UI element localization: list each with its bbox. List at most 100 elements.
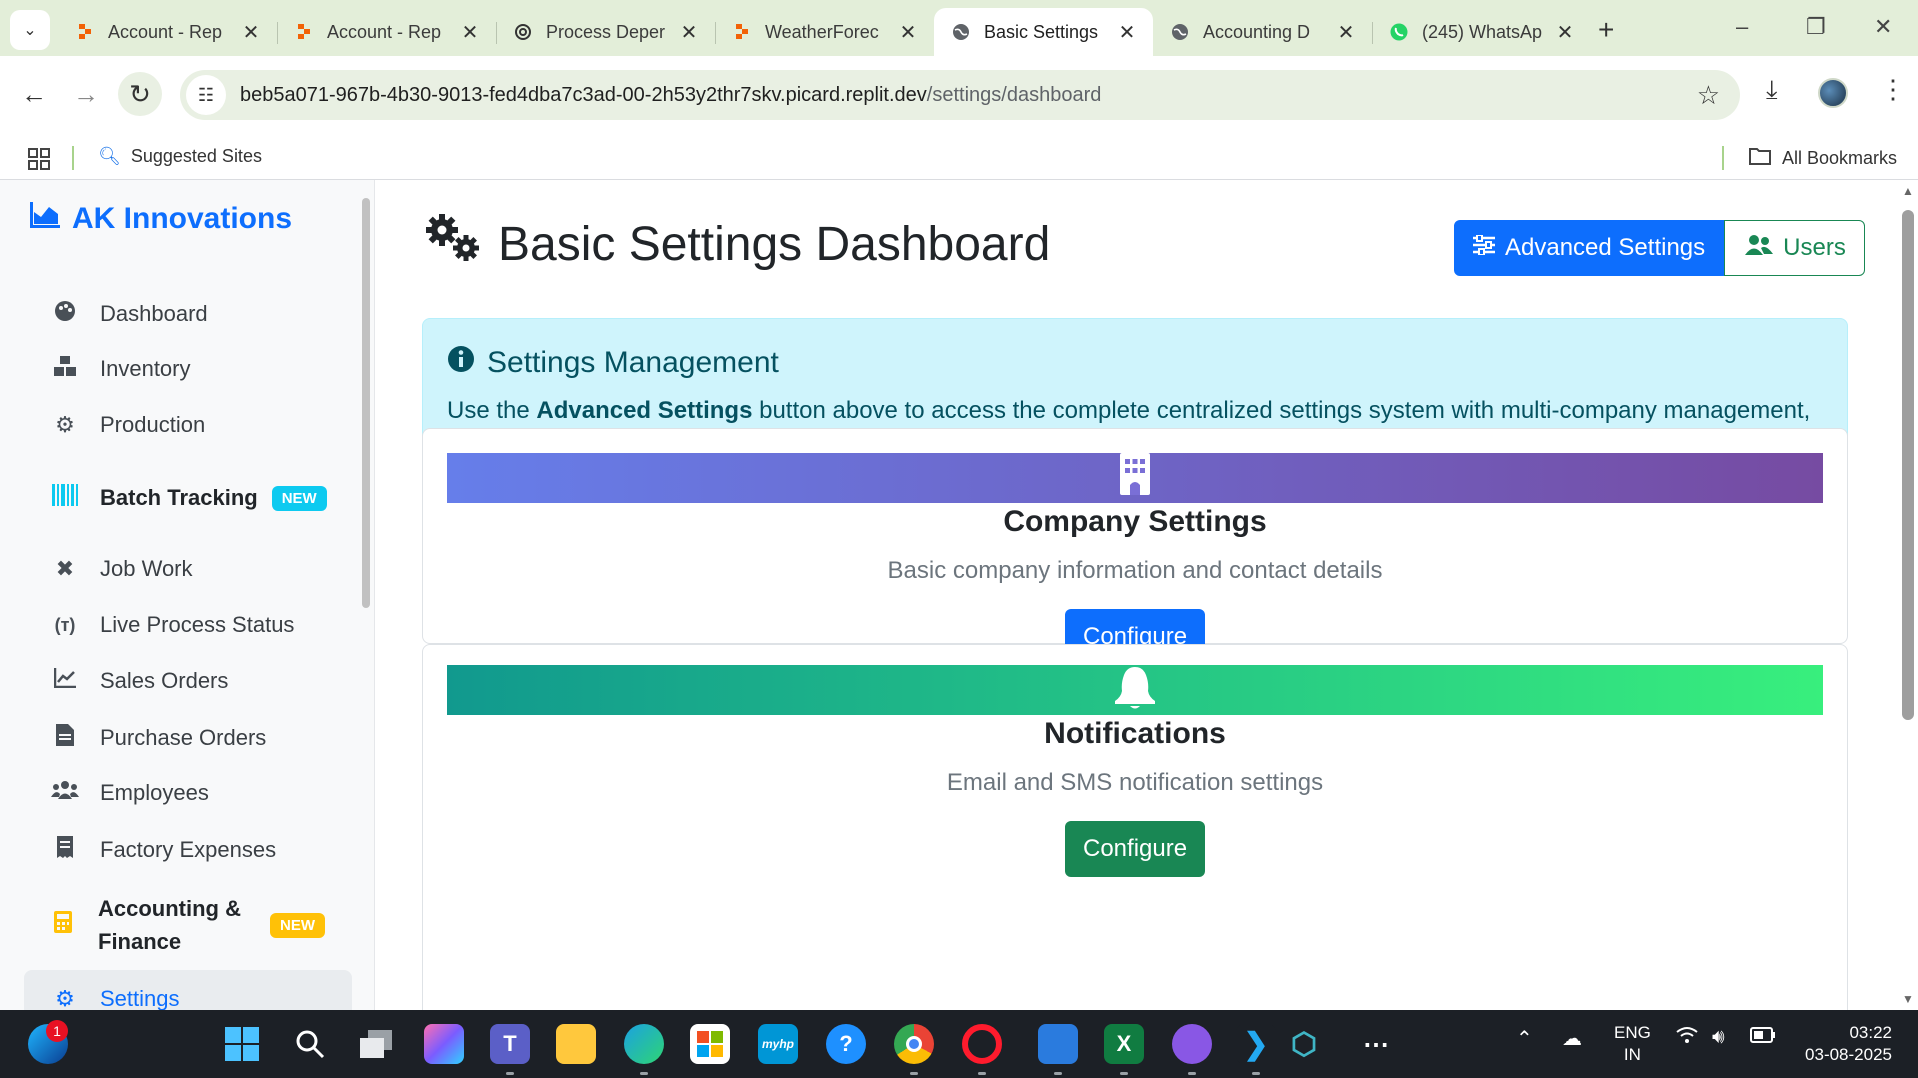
page-scrollbar[interactable]: ▲ ▼ [1898, 180, 1918, 1010]
sliders-icon [1473, 234, 1495, 262]
notifications-configure-button[interactable]: Configure [1065, 821, 1206, 877]
close-icon[interactable]: ✕ [1555, 20, 1575, 45]
sidebar-item-label: Live Process Status [100, 612, 295, 637]
url-text[interactable]: beb5a071-967b-4b30-9013-fed4dba7c3ad-00-… [240, 84, 1101, 107]
teams-icon[interactable]: T [490, 1024, 530, 1064]
all-bookmarks-button[interactable]: All Bookmarks [1748, 146, 1897, 171]
help-icon[interactable]: ? [826, 1024, 866, 1064]
clock[interactable]: 03:22 03-08-2025 [1800, 1022, 1892, 1066]
whatsapp-icon [1388, 21, 1410, 43]
bookmark-star-icon[interactable]: ☆ [1697, 80, 1720, 111]
sidebar-item-label: Dashboard [100, 301, 208, 326]
site-info-icon[interactable]: ☷ [186, 75, 226, 115]
excel-icon[interactable]: X [1104, 1024, 1144, 1064]
close-icon[interactable]: ✕ [1117, 20, 1137, 45]
close-icon[interactable]: ✕ [241, 20, 261, 45]
bell-icon [1113, 665, 1157, 715]
sidebar-item-batch-tracking[interactable]: Batch Tracking NEW [50, 484, 327, 512]
back-button[interactable]: ← [12, 72, 56, 116]
task-view-icon[interactable] [356, 1024, 396, 1064]
reload-button[interactable]: ↻ [118, 72, 162, 116]
openai-icon [512, 21, 534, 43]
folder-icon [1748, 146, 1772, 171]
apps-grid-icon[interactable] [28, 148, 50, 175]
chrome-icon[interactable] [894, 1024, 934, 1064]
page-title-text: Basic Settings Dashboard [498, 217, 1051, 271]
card-header-band [447, 665, 1823, 715]
volume-icon[interactable]: 🔊︎ [1712, 1026, 1725, 1049]
sidebar-item-job-work[interactable]: ✖ Job Work [50, 556, 193, 582]
profile-avatar[interactable] [1818, 78, 1848, 108]
close-icon[interactable]: ✕ [1336, 20, 1356, 45]
card-description: Email and SMS notification settings [946, 769, 1324, 796]
sidebar-item-factory-expenses[interactable]: Factory Expenses [50, 836, 276, 864]
onedrive-icon[interactable]: ☁ [1562, 1026, 1582, 1051]
browser-tab[interactable]: Process Deper ✕ [496, 8, 715, 56]
sidebar-item-settings[interactable]: ⚙ Settings [50, 986, 179, 1010]
battery-icon[interactable] [1750, 1026, 1776, 1049]
bookmark-suggested-sites[interactable]: 🔍︎ Suggested Sites [98, 146, 262, 167]
github-icon[interactable] [1172, 1024, 1212, 1064]
vscode-icon[interactable]: ❯ [1236, 1024, 1276, 1064]
file-explorer-icon[interactable] [556, 1024, 596, 1064]
brand-name: AK Innovations [72, 202, 293, 235]
more-menu-icon[interactable]: ⋮ [1880, 74, 1906, 105]
url-path: /settings/dashboard [926, 83, 1102, 106]
copilot-icon[interactable] [424, 1024, 464, 1064]
sidebar-item-live-process-status[interactable]: (ᴛ) Live Process Status [50, 612, 295, 638]
scrollbar-thumb[interactable] [1902, 210, 1914, 720]
start-icon[interactable] [222, 1024, 262, 1064]
scroll-down-icon[interactable]: ▼ [1902, 992, 1914, 1006]
sidebar-item-employees[interactable]: Employees [50, 780, 209, 806]
scrollbar-thumb[interactable] [362, 198, 370, 608]
opera-icon[interactable] [962, 1024, 1002, 1064]
restore-icon[interactable]: ❐ [1806, 14, 1826, 40]
close-icon[interactable]: ✕ [679, 20, 699, 45]
notepad-icon[interactable] [1038, 1024, 1078, 1064]
sidebar-scrollbar[interactable] [362, 188, 370, 608]
close-icon[interactable]: ✕ [460, 20, 480, 45]
browser-tab[interactable]: Account - Rep ✕ [277, 8, 496, 56]
browser-tab-active[interactable]: Basic Settings ✕ [934, 8, 1153, 56]
scroll-up-icon[interactable]: ▲ [1902, 184, 1914, 198]
close-icon[interactable]: ✕ [898, 20, 918, 45]
myhp-icon[interactable]: myhp [758, 1024, 798, 1064]
brand-logo[interactable]: AK Innovations [30, 202, 292, 236]
sidebar-item-purchase-orders[interactable]: Purchase Orders [50, 724, 266, 752]
forward-button[interactable]: → [64, 72, 108, 116]
sidebar-item-label: Job Work [100, 556, 193, 581]
edge-icon[interactable] [624, 1024, 664, 1064]
search-icon[interactable] [290, 1024, 330, 1064]
sidebar-item-dashboard[interactable]: Dashboard [50, 300, 208, 328]
chevron-up-icon[interactable]: ⌃ [1516, 1026, 1533, 1051]
sidebar-item-sales-orders[interactable]: Sales Orders [50, 668, 228, 694]
browser-tab[interactable]: WeatherForec ✕ [715, 8, 934, 56]
tab-search-button[interactable]: ⌄ [10, 10, 50, 50]
advanced-settings-button[interactable]: Advanced Settings [1454, 220, 1725, 276]
window-close-icon[interactable]: ✕ [1874, 14, 1892, 40]
minimize-icon[interactable]: – [1736, 14, 1748, 40]
address-bar[interactable]: ☷ beb5a071-967b-4b30-9013-fed4dba7c3ad-0… [180, 70, 1740, 120]
app-icon[interactable]: ⬡ [1284, 1024, 1324, 1064]
sidebar-item-accounting-finance[interactable]: Accounting & Finance NEW [48, 892, 325, 958]
chart-line-icon [50, 668, 80, 694]
tab-title: Accounting D [1203, 21, 1311, 42]
wifi-icon[interactable] [1676, 1026, 1698, 1050]
browser-tab[interactable]: Accounting D ✕ [1153, 8, 1372, 56]
more-apps-icon[interactable]: ⋯ [1356, 1024, 1396, 1064]
tab-title: Account - Rep [327, 21, 442, 42]
replit-icon [731, 21, 753, 43]
browser-tab[interactable]: Account - Rep ✕ [58, 8, 277, 56]
users-button[interactable]: Users [1724, 220, 1865, 276]
gear-icon: ⚙ [55, 986, 75, 1010]
new-tab-button[interactable]: + [1598, 14, 1614, 46]
sidebar-item-inventory[interactable]: Inventory [50, 356, 191, 382]
browser-tab[interactable]: (245) WhatsAp ✕ [1372, 8, 1591, 56]
store-icon[interactable] [690, 1024, 730, 1064]
sidebar-item-production[interactable]: ⚙ Production [50, 412, 205, 438]
running-indicator [1252, 1072, 1260, 1075]
download-icon[interactable]: ⤓ [1766, 74, 1778, 106]
sidebar-item-label: Accounting & Finance [98, 896, 241, 954]
language-indicator[interactable]: ENG IN [1614, 1022, 1651, 1066]
alert-highlight: Advanced Settings [536, 397, 753, 424]
